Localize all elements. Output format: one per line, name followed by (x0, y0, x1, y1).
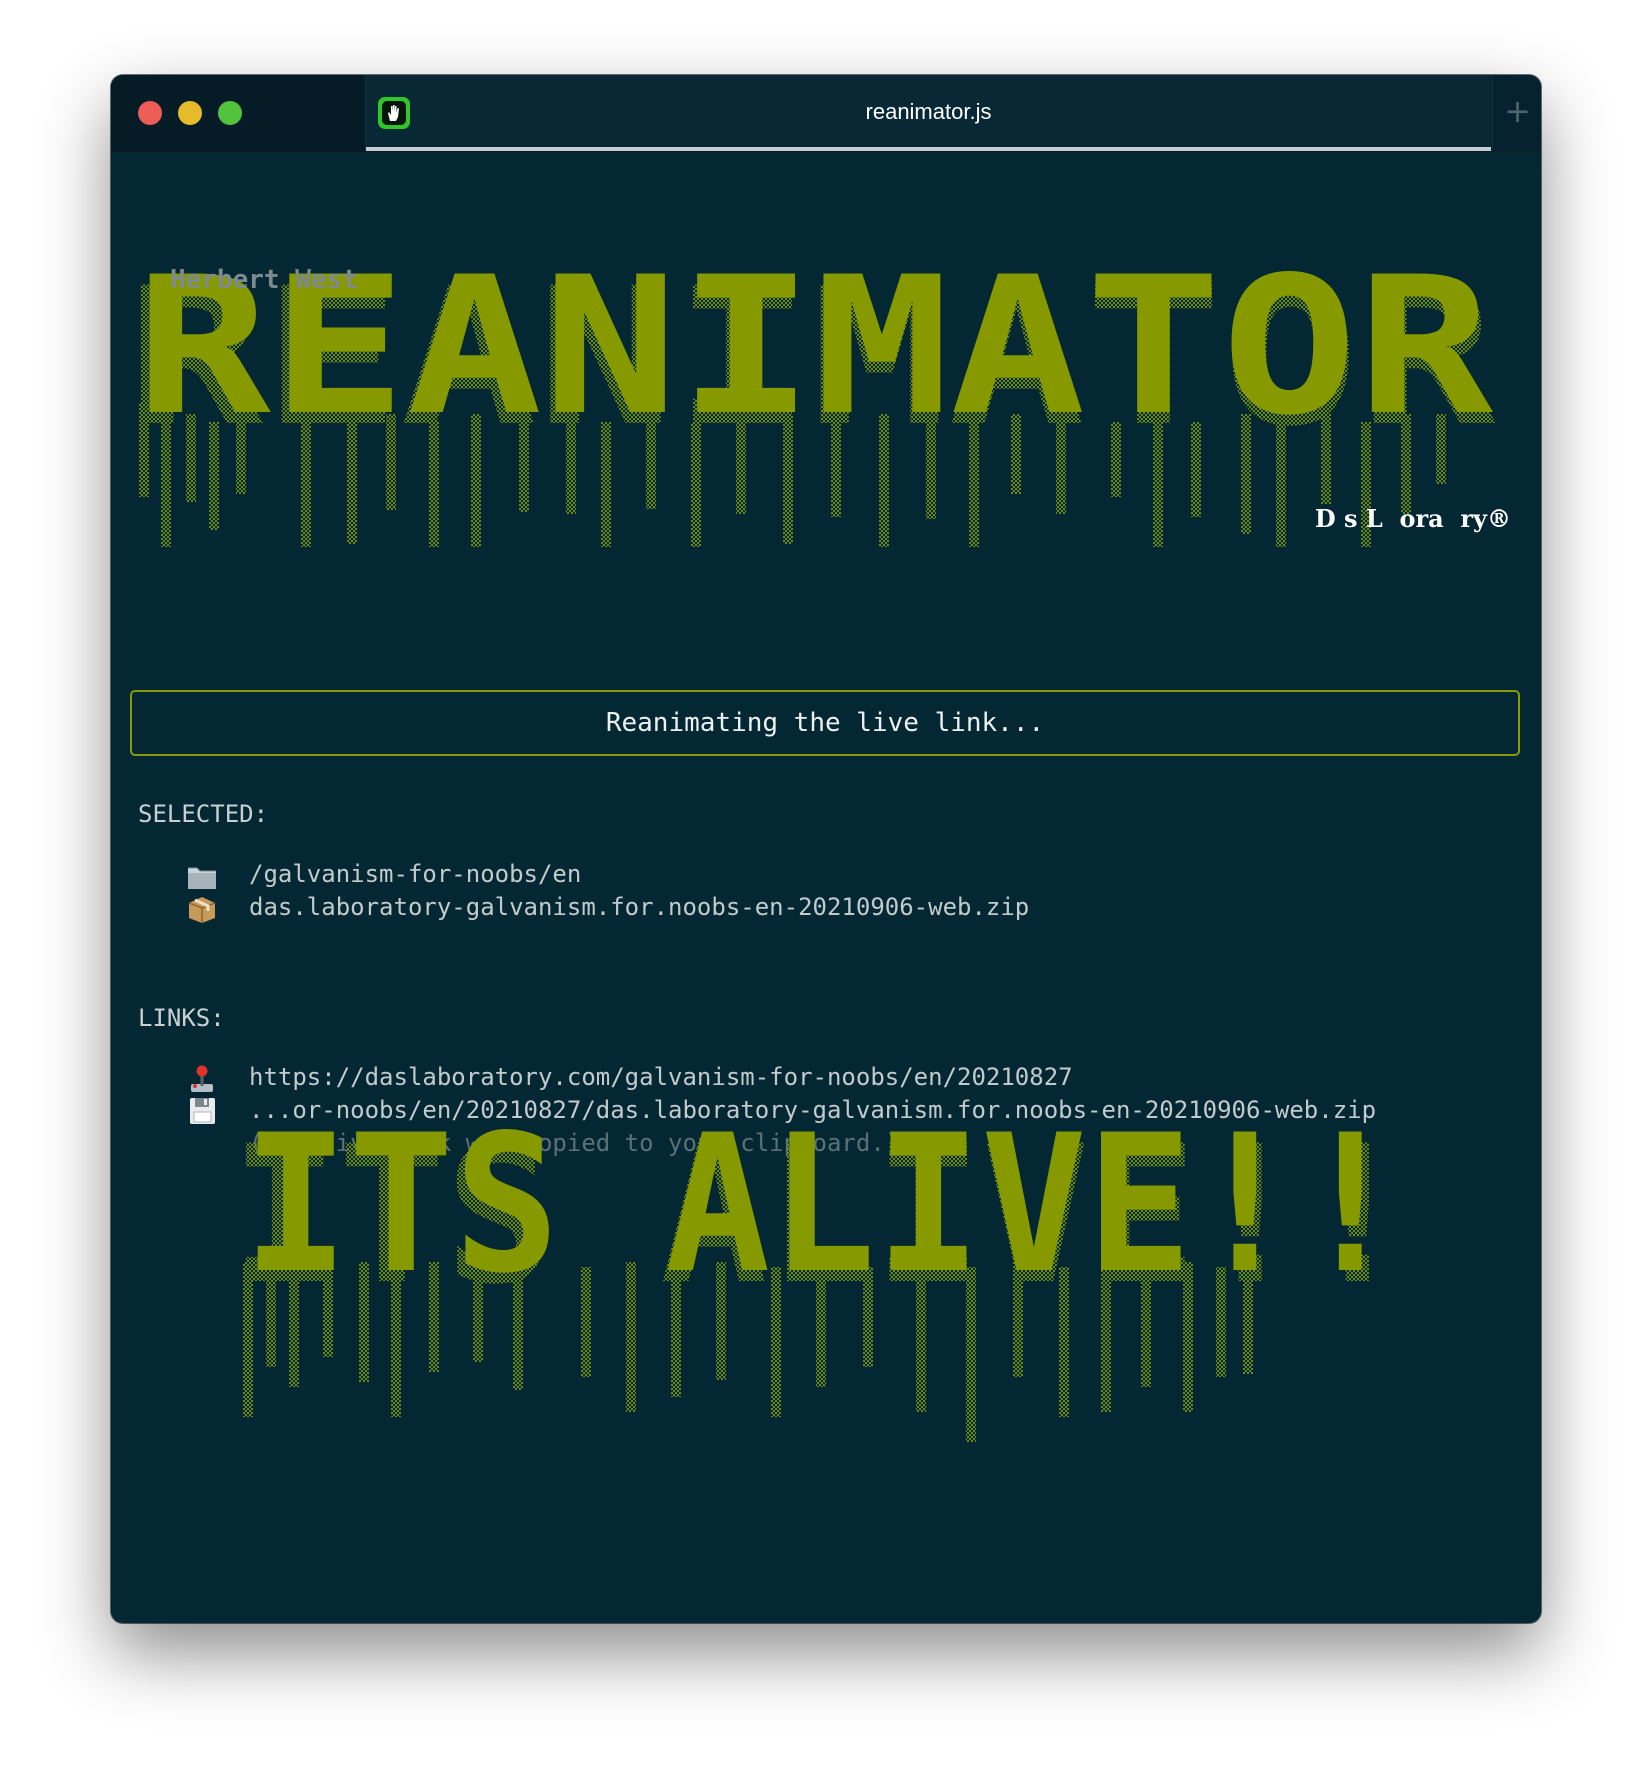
window-controls (111, 75, 366, 151)
terminal-content: REANIMATOR REANIMATOR Herbert West D s L… (111, 152, 1541, 1623)
its-alive-banner: ITS ALIVE!! ITS ALIVE!! (231, 1094, 1411, 1442)
close-button[interactable] (138, 101, 162, 125)
tab-reanimator[interactable]: reanimator.js (366, 75, 1491, 151)
title-bar: reanimator.js + (111, 75, 1541, 152)
tab-active-indicator (366, 147, 1491, 151)
hand-icon (378, 97, 410, 129)
new-tab-button[interactable]: + (1492, 75, 1541, 151)
tab-title: reanimator.js (865, 99, 992, 124)
banner-text: ITS ALIVE!! (243, 1094, 1403, 1315)
plus-icon: + (1504, 92, 1531, 130)
zoom-button[interactable] (218, 101, 242, 125)
terminal-window: reanimator.js + REANIMATOR REANIMATOR He… (111, 75, 1541, 1623)
minimize-button[interactable] (178, 101, 202, 125)
